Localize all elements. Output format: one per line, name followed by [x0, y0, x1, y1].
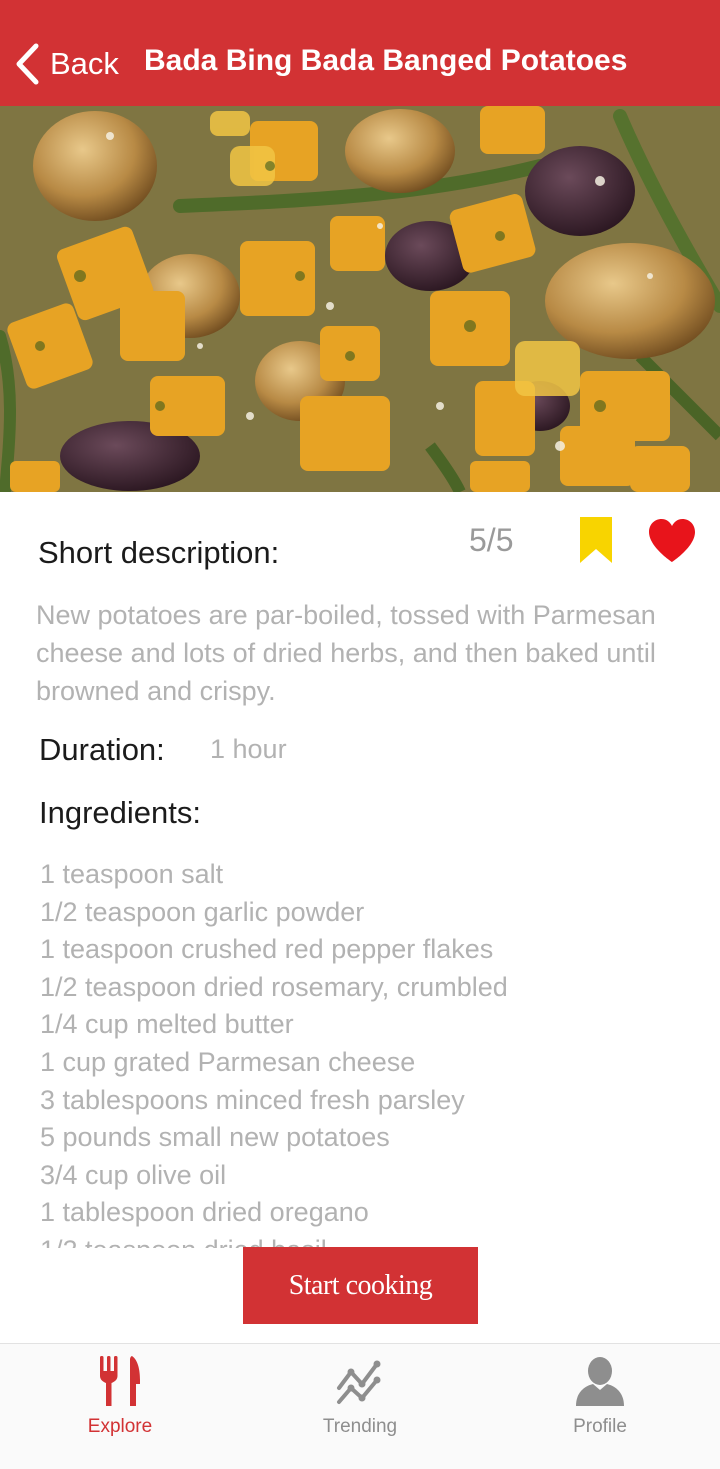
page-title: Bada Bing Bada Banged Potatoes	[144, 44, 628, 77]
ingredients-list[interactable]: 1 teaspoon salt 1/2 teaspoon garlic powd…	[40, 856, 700, 1248]
user-icon	[575, 1357, 625, 1410]
list-item: 1/2 teaspoon garlic powder	[40, 896, 365, 927]
ingredients-label: Ingredients:	[39, 795, 201, 830]
tab-bar: Explore Trending Profile	[0, 1343, 720, 1469]
bookmark-button[interactable]	[580, 517, 612, 568]
list-item: 3 tablespoons minced fresh parsley	[40, 1084, 465, 1115]
trending-graph-icon	[336, 1360, 384, 1410]
fork-knife-icon	[98, 1356, 142, 1412]
bookmark-icon	[580, 517, 612, 567]
list-item: 1 teaspoon crushed red pepper flakes	[40, 934, 494, 965]
recipe-description: New potatoes are par-boiled, tossed with…	[36, 600, 656, 706]
tab-trending[interactable]: Trending	[240, 1344, 480, 1469]
tab-label-profile: Profile	[573, 1416, 627, 1437]
heart-icon	[648, 519, 696, 567]
list-item: 1 cup grated Parmesan cheese	[40, 1046, 416, 1077]
list-item: 5 pounds small new potatoes	[40, 1122, 390, 1153]
list-item: 1 teaspoon salt	[40, 859, 224, 889]
favorite-button[interactable]	[648, 519, 696, 568]
navigation-bar: Back Bada Bing Bada Banged Potatoes	[0, 0, 720, 106]
list-item: 3/4 cup olive oil	[40, 1159, 227, 1190]
back-label: Back	[50, 46, 119, 81]
list-item: 1 tablespoon dried oregano	[40, 1197, 369, 1228]
chevron-left-icon	[14, 43, 40, 85]
recipe-photo	[0, 106, 720, 492]
duration-label: Duration:	[39, 732, 165, 767]
start-cooking-button[interactable]: Start cooking	[243, 1247, 478, 1324]
short-description-label: Short description:	[38, 535, 280, 570]
list-item: 1/4 cup melted butter	[40, 1009, 294, 1040]
tab-label-trending: Trending	[322, 1416, 398, 1437]
tab-profile[interactable]: Profile	[480, 1344, 720, 1469]
rating-value: 5/5	[469, 522, 514, 558]
tab-label-explore: Explore	[87, 1416, 153, 1437]
list-item: 1/2 teaspoon dried basil	[40, 1232, 700, 1248]
duration-value: 1 hour	[210, 734, 287, 764]
list-item: 1/2 teaspoon dried rosemary, crumbled	[40, 971, 508, 1002]
back-button[interactable]: Back	[14, 40, 119, 88]
tab-explore[interactable]: Explore	[0, 1344, 240, 1469]
